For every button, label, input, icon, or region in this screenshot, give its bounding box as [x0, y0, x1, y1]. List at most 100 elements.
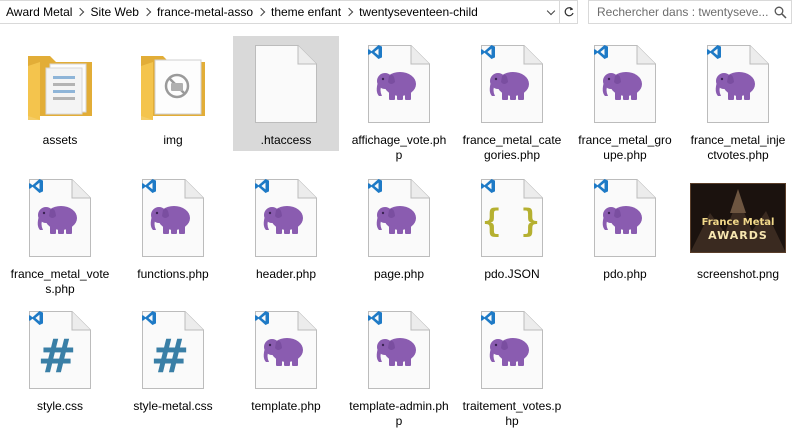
file-icon-area: [7, 36, 113, 132]
file-page-icon: [593, 178, 657, 258]
file-name-label: functions.php: [137, 267, 209, 281]
svg-text:#: #: [151, 329, 190, 383]
file-item[interactable]: .htaccess: [233, 36, 339, 151]
file-icon-area: [120, 170, 226, 266]
file-name-label: style.css: [36, 399, 83, 413]
file-item[interactable]: img: [120, 36, 226, 151]
file-item[interactable]: traitement_votes.php: [459, 302, 565, 432]
file-page-icon: [367, 310, 431, 390]
file-page-icon: [480, 44, 544, 124]
file-item[interactable]: template-admin.php: [346, 302, 452, 432]
file-icon-area: [346, 170, 452, 266]
vscode-icon: [594, 45, 608, 59]
vscode-icon: [594, 179, 608, 193]
vscode-icon: [481, 45, 495, 59]
thumbnail-text: AWARDS: [708, 229, 768, 242]
file-name-label: img: [163, 133, 183, 147]
file-item[interactable]: france_metal_categories.php: [459, 36, 565, 166]
vscode-icon: [481, 179, 495, 193]
file-icon-area: [233, 302, 339, 398]
file-page-icon: [480, 310, 544, 390]
file-page-icon: [141, 178, 205, 258]
file-name-label: assets: [42, 133, 78, 147]
folder-icon: [28, 56, 92, 120]
file-icon-area: [572, 170, 678, 266]
file-name-label: traitement_votes.php: [462, 399, 562, 428]
file-name-label: .htaccess: [260, 133, 312, 147]
file-icon-area: [685, 36, 791, 132]
vscode-icon: [142, 179, 156, 193]
vscode-icon: [368, 45, 382, 59]
file-page-icon: [28, 178, 92, 258]
breadcrumb-item-award-metal[interactable]: Award Metal: [4, 5, 74, 19]
file-icon-area: [346, 302, 452, 398]
file-item[interactable]: france_metal_groupe.php: [572, 36, 678, 166]
file-icon-area: [7, 170, 113, 266]
file-page-icon: [254, 44, 318, 124]
svg-text:{ }: { }: [482, 202, 540, 240]
file-name-label: screenshot.png: [696, 267, 780, 281]
file-item[interactable]: page.php: [346, 170, 452, 285]
image-thumbnail: France Metal AWARDS: [690, 183, 786, 253]
address-bar[interactable]: Award Metal Site Web france-metal-asso t…: [0, 0, 578, 24]
chevron-right-icon[interactable]: [141, 5, 155, 19]
file-icon-area: [233, 170, 339, 266]
refresh-button[interactable]: [559, 1, 577, 23]
file-page-icon: [706, 44, 770, 124]
file-page-icon: [367, 44, 431, 124]
breadcrumb-item-site-web[interactable]: Site Web: [88, 5, 140, 19]
search-icon[interactable]: [769, 1, 791, 23]
file-name-label: page.php: [373, 267, 425, 281]
file-page-icon: #: [28, 310, 92, 390]
file-icon-area: #: [7, 302, 113, 398]
search-input[interactable]: [589, 1, 769, 23]
vscode-icon: [142, 311, 156, 325]
chevron-right-icon[interactable]: [255, 5, 269, 19]
file-item[interactable]: # style.css: [7, 302, 113, 417]
file-item[interactable]: France Metal AWARDS screenshot.png: [685, 170, 791, 285]
file-item[interactable]: affichage_vote.php: [346, 36, 452, 166]
file-item[interactable]: assets: [7, 36, 113, 151]
vscode-icon: [481, 311, 495, 325]
breadcrumb-item-twentyseventeen-child[interactable]: twentyseventeen-child: [357, 5, 480, 19]
vscode-icon: [255, 179, 269, 193]
vscode-icon: [29, 179, 43, 193]
file-name-label: template.php: [251, 399, 321, 413]
file-name-label: template-admin.php: [349, 399, 449, 428]
file-item[interactable]: { } pdo.JSON: [459, 170, 565, 285]
file-icon-area: [572, 36, 678, 132]
file-icon-area: [233, 36, 339, 132]
file-icon-area: [346, 36, 452, 132]
file-name-label: france_metal_groupe.php: [578, 133, 672, 162]
file-name-label: style-metal.css: [133, 399, 213, 413]
file-name-label: france_metal_injectvotes.php: [690, 133, 786, 162]
history-dropdown-button[interactable]: [541, 1, 559, 23]
file-item[interactable]: template.php: [233, 302, 339, 417]
file-name-label: france_metal_votes.php: [10, 267, 110, 296]
file-icon-area: [120, 36, 226, 132]
file-icon-area: France Metal AWARDS: [685, 170, 791, 266]
chevron-down-icon: [546, 6, 555, 15]
breadcrumb-item-theme-enfant[interactable]: theme enfant: [269, 5, 343, 19]
file-item[interactable]: functions.php: [120, 170, 226, 285]
breadcrumb-item-france-metal-asso[interactable]: france-metal-asso: [155, 5, 255, 19]
file-icon-area: { }: [459, 170, 565, 266]
file-icon-area: [459, 302, 565, 398]
chevron-right-icon[interactable]: [74, 5, 88, 19]
file-icon-area: [459, 36, 565, 132]
vscode-icon: [368, 311, 382, 325]
search-box: [588, 0, 792, 24]
vscode-icon: [255, 311, 269, 325]
file-item[interactable]: # style-metal.css: [120, 302, 226, 417]
image-folder-icon: [141, 56, 205, 120]
file-item[interactable]: france_metal_injectvotes.php: [685, 36, 791, 166]
file-name-label: affichage_vote.php: [351, 133, 447, 162]
file-page-icon: { }: [480, 178, 544, 258]
file-item[interactable]: pdo.php: [572, 170, 678, 285]
file-name-label: france_metal_categories.php: [462, 133, 562, 162]
vscode-icon: [368, 179, 382, 193]
file-item[interactable]: france_metal_votes.php: [7, 170, 113, 300]
file-item[interactable]: header.php: [233, 170, 339, 285]
chevron-right-icon[interactable]: [343, 5, 357, 19]
file-page-icon: #: [141, 310, 205, 390]
